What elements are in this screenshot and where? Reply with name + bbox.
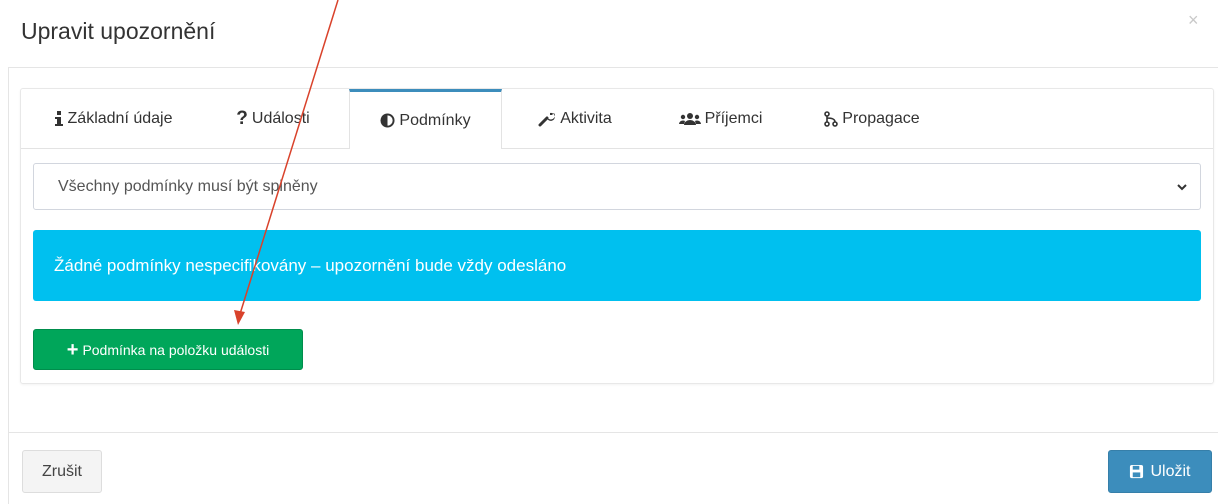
plus-icon: + [66, 338, 79, 361]
branch-icon [824, 111, 839, 127]
tab-basic-info[interactable]: Základní údaje [28, 89, 198, 149]
tab-propagation-label: Propagace [842, 110, 920, 127]
tab-propagation[interactable]: Propagace [802, 89, 942, 149]
users-icon [678, 112, 701, 126]
wrench-icon [538, 111, 556, 127]
condition-mode-value: Všechny podmínky musí být splněny [58, 177, 318, 195]
modal-title: Upravit upozornění [21, 18, 216, 44]
no-conditions-callout: Žádné podmínky nespecifikovány – upozorn… [33, 230, 1201, 301]
tab-recipients-label: Příjemci [704, 110, 763, 127]
tab-activity[interactable]: Aktivita [522, 89, 628, 149]
add-event-item-condition-button[interactable]: + Podmínka na položku události [33, 329, 303, 370]
no-conditions-text: Žádné podmínky nespecifikovány – upozorn… [54, 255, 567, 275]
tab-activity-label: Aktivita [560, 110, 612, 127]
add-condition-label: Podmínka na položku události [82, 341, 270, 358]
modal-left-border [8, 68, 9, 504]
condition-mode-select[interactable]: Všechny podmínky musí být splněny [33, 163, 1201, 210]
floppy-disk-icon [1129, 464, 1144, 479]
modal-header: Upravit upozornění [8, 0, 1218, 68]
tab-basic-info-label: Základní údaje [67, 110, 173, 127]
save-label: Uložit [1150, 462, 1191, 480]
tab-conditions-label: Podmínky [399, 111, 471, 129]
cancel-button[interactable]: Zrušit [22, 450, 102, 493]
modal-footer-border [8, 432, 1218, 433]
tab-recipients[interactable]: Příjemci [653, 89, 788, 149]
cancel-label: Zrušit [42, 462, 82, 480]
tab-events[interactable]: ? Události [214, 89, 332, 149]
tab-events-label: Události [251, 110, 310, 127]
save-button[interactable]: Uložit [1108, 450, 1212, 493]
info-icon [54, 111, 64, 127]
half-circle-icon [380, 113, 395, 128]
chevron-down-icon [1176, 180, 1188, 198]
question-icon: ? [236, 108, 248, 129]
close-icon[interactable]: × [1188, 10, 1199, 31]
tab-conditions[interactable]: Podmínky [349, 89, 502, 149]
